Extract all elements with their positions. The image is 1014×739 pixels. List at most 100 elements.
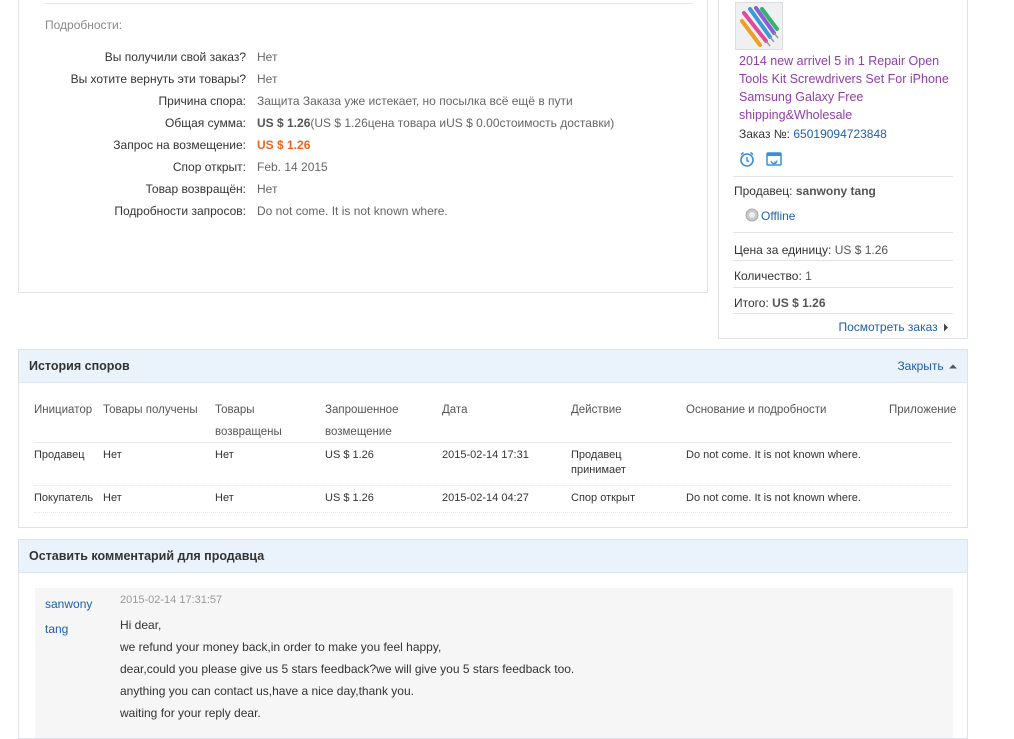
detail-value: Нет [257, 72, 278, 86]
cell-date: 2015-02-14 04:27 [442, 492, 529, 504]
col-action: Действие [571, 404, 622, 416]
quantity-label: Количество: [734, 269, 802, 283]
detail-value: Нет [257, 182, 278, 196]
divider [34, 485, 952, 486]
col-returned: Товары возвращены [215, 404, 282, 438]
detail-row-received: Вы получили свой заказ? Нет [19, 46, 709, 68]
dispute-details-panel: Подробности: Вы получили свой заказ? Нет… [18, 0, 708, 293]
seller-name: sanwony tang [795, 184, 876, 198]
alarm-clock-icon[interactable] [739, 151, 755, 170]
detail-row-returned: Товар возвращён: Нет [19, 178, 709, 200]
detail-label: Запрос на возмещение: [113, 138, 246, 152]
comment-line: dear,could you please give us 5 stars fe… [120, 662, 575, 676]
comment-line: we refund your money back,in order to ma… [120, 640, 442, 654]
chat-offline-icon [745, 208, 759, 222]
order-summary-panel: 2014 new arrivel 5 in 1 Repair Open Tool… [718, 0, 968, 339]
offline-link[interactable]: Offline [761, 209, 795, 223]
divider [733, 232, 953, 233]
detail-value: Feb. 14 2015 [257, 160, 328, 174]
col-initiator: Инициатор [34, 404, 93, 416]
detail-label: Вы хотите вернуть эти товары? [70, 72, 246, 86]
detail-value: Нет [257, 50, 278, 64]
panel-header: Оставить комментарий для продавца [19, 540, 967, 573]
col-requested: Запрошенное возмещение [325, 404, 399, 438]
seller-status[interactable]: Offline [745, 207, 795, 225]
total-breakdown: (US $ 1.26цена товара иUS $ 0.00стоимост… [310, 116, 615, 130]
divider [733, 176, 953, 177]
detail-value: Do not come. It is not known where. [257, 204, 448, 218]
cell-initiator: Продавец [34, 449, 85, 461]
cell-amount: US $ 1.26 [325, 492, 374, 504]
detail-value: US $ 1.26(US $ 1.26цена товара иUS $ 0.0… [257, 112, 614, 134]
product-title-link[interactable]: 2014 new arrivel 5 in 1 Repair Open Tool… [739, 52, 954, 124]
product-thumbnail[interactable] [735, 2, 783, 50]
seller-row: Продавец: sanwony tang [734, 182, 876, 200]
refresh-window-icon[interactable] [766, 151, 783, 170]
seller-comments-panel: Оставить комментарий для продавца sanwon… [18, 539, 968, 739]
detail-row-request-details: Подробности запросов: Do not come. It is… [19, 200, 709, 222]
detail-label: Подробности запросов: [114, 204, 246, 218]
col-reason: Основание и подробности [686, 404, 827, 416]
unit-price-row: Цена за единицу: US $ 1.26 [734, 241, 888, 259]
seller-label: Продавец: [734, 184, 793, 198]
detail-label: Товар возвращён: [145, 182, 247, 196]
refund-amount: US $ 1.26 [257, 138, 311, 152]
order-number-link[interactable]: 65019094723848 [793, 127, 886, 141]
divider [733, 260, 953, 261]
detail-row-opened: Спор открыт: Feb. 14 2015 [19, 156, 709, 178]
unit-price-value: US $ 1.26 [834, 243, 889, 257]
comment-line: anything you can contact us,have a nice … [120, 684, 414, 698]
comment-line: waiting for your reply dear. [120, 706, 261, 720]
quantity-value: 1 [805, 269, 812, 283]
col-attachment: Приложение [889, 404, 957, 416]
cell-action: Продавец принимает [571, 449, 626, 476]
cell-amount: US $ 1.26 [325, 449, 374, 461]
history-title: История споров [29, 359, 130, 373]
comment-author-link[interactable]: sanwony tang [45, 592, 105, 642]
cell-action: Спор открыт [571, 492, 635, 504]
unit-price-label: Цена за единицу: [734, 243, 832, 257]
view-order-link[interactable]: Посмотреть заказ [838, 318, 949, 336]
comment-timestamp: 2015-02-14 17:31:57 [120, 594, 223, 606]
detail-row-total: Общая сумма: US $ 1.26(US $ 1.26цена тов… [19, 112, 709, 134]
quantity-row: Количество: 1 [734, 267, 812, 285]
comment-item: sanwony tang 2015-02-14 17:31:57 Hi dear,… [35, 588, 953, 738]
comments-title: Оставить комментарий для продавца [29, 549, 265, 563]
divider [733, 313, 953, 314]
order-number-row: Заказ №: 65019094723848 [739, 125, 887, 143]
divider [45, 3, 693, 4]
detail-label: Общая сумма: [165, 116, 246, 130]
cell-reason: Do not come. It is not known where. [686, 492, 861, 504]
detail-row-return: Вы хотите вернуть эти товары? Нет [19, 68, 709, 90]
order-number-label: Заказ №: [739, 127, 791, 141]
divider [34, 512, 952, 513]
cell-returned: Нет [215, 449, 234, 461]
total-value: US $ 1.26 [772, 296, 826, 310]
detail-row-reason: Причина спора: Защита Заказа уже истекае… [19, 90, 709, 112]
details-heading: Подробности: [45, 18, 123, 32]
divider [733, 287, 953, 288]
cell-received: Нет [103, 492, 122, 504]
total-amount: US $ 1.26 [257, 116, 311, 130]
detail-value: Защита Заказа уже истекает, но посылка в… [257, 94, 573, 108]
detail-row-refund: Запрос на возмещение: US $ 1.26 [19, 134, 709, 156]
panel-header: История споров Закрыть [19, 350, 967, 383]
cell-returned: Нет [215, 492, 234, 504]
total-label: Итого: [734, 296, 769, 310]
total-row: Итого: US $ 1.26 [734, 294, 826, 312]
collapse-button[interactable]: Закрыть [897, 350, 957, 382]
screwdriver-set-icon [736, 3, 782, 49]
divider [34, 442, 952, 443]
cell-date: 2015-02-14 17:31 [442, 449, 529, 461]
cell-reason: Do not come. It is not known where. [686, 449, 861, 461]
detail-label: Вы получили свой заказ? [104, 50, 246, 64]
col-date: Дата [442, 404, 468, 416]
chevron-right-icon [944, 323, 948, 332]
view-order-label[interactable]: Посмотреть заказ [838, 320, 937, 334]
col-received: Товары получены [103, 404, 198, 416]
detail-label: Причина спора: [158, 94, 246, 108]
detail-label: Спор открыт: [172, 160, 246, 174]
collapse-label[interactable]: Закрыть [897, 359, 943, 373]
order-icons [739, 151, 790, 170]
cell-received: Нет [103, 449, 122, 461]
